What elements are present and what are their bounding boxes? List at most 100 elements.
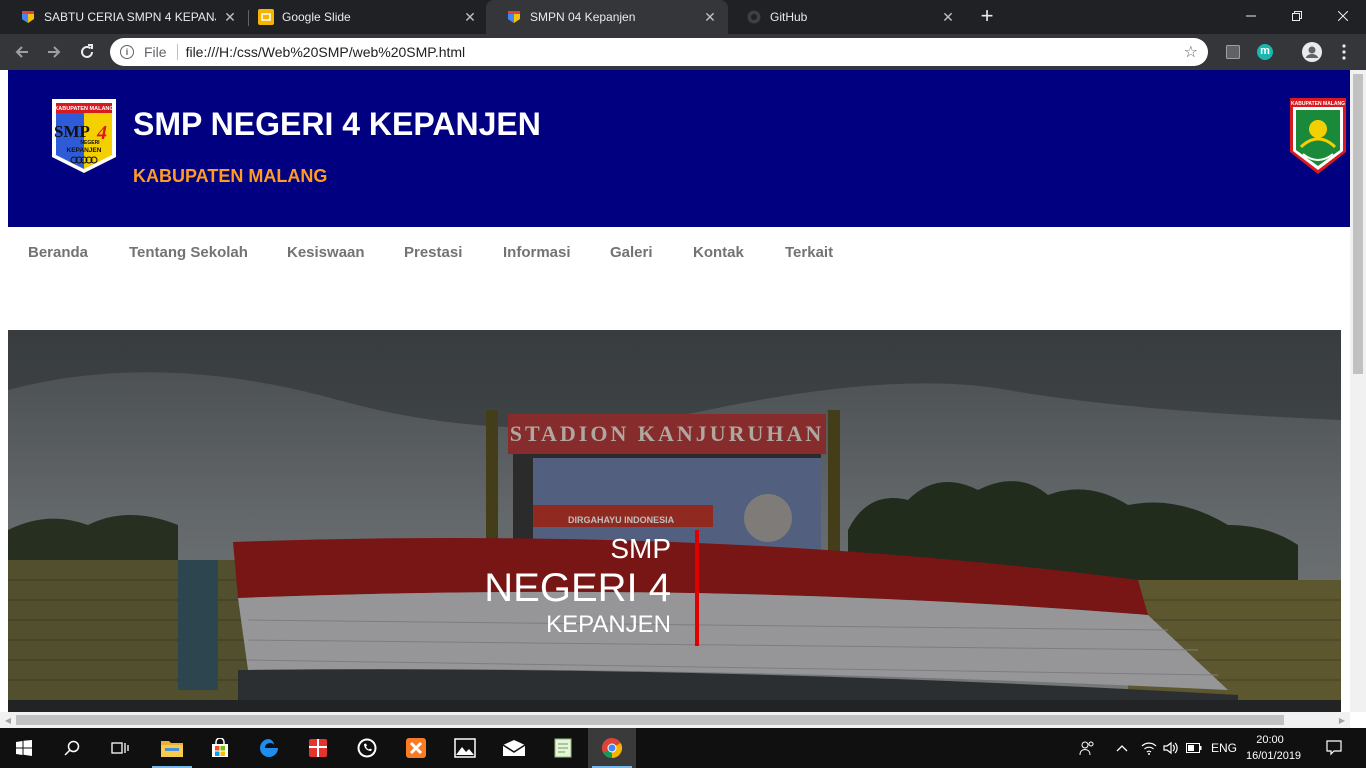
regency-logo: KABUPATEN MALANG — [1290, 98, 1346, 174]
tab-title: Google Slide — [282, 10, 351, 24]
notepad-button[interactable] — [539, 728, 587, 768]
hero-line-kepanjen: KEPANJEN — [546, 611, 671, 638]
address-scheme-label: File — [144, 44, 167, 60]
nav-tentang-sekolah[interactable]: Tentang Sekolah — [129, 244, 248, 261]
school-favicon-icon — [20, 9, 36, 25]
nav-informasi[interactable]: Informasi — [503, 244, 571, 261]
browser-tab-3[interactable]: SMPN 04 Kepanjen ✕ — [486, 0, 728, 34]
vertical-scroll-thumb[interactable] — [1353, 74, 1363, 374]
photos-button[interactable] — [441, 728, 489, 768]
extension-icon — [1226, 45, 1240, 59]
close-tab-icon[interactable]: ✕ — [940, 9, 956, 25]
google-slides-icon — [258, 9, 274, 25]
battery-button[interactable] — [1183, 728, 1205, 768]
vertical-scrollbar[interactable] — [1350, 70, 1366, 712]
chrome-icon — [601, 737, 623, 759]
address-divider — [176, 44, 178, 60]
hero-caption: SMP NEGERI 4 KEPANJEN — [484, 532, 671, 640]
site-subtitle: KABUPATEN MALANG — [133, 166, 328, 186]
close-tab-icon[interactable]: ✕ — [702, 9, 718, 25]
xampp-button[interactable] — [392, 728, 440, 768]
main-navigation: Beranda Tentang Sekolah Kesiswaan Presta… — [8, 227, 1350, 327]
nav-kesiswaan[interactable]: Kesiswaan — [287, 244, 365, 261]
notepad-icon — [554, 738, 572, 758]
reload-button[interactable] — [75, 40, 99, 64]
hero-accent-bar — [695, 530, 699, 646]
extension-button[interactable] — [1221, 40, 1245, 64]
windows-start-icon — [16, 740, 32, 756]
nav-prestasi[interactable]: Prestasi — [404, 244, 462, 261]
whatsapp-button[interactable] — [343, 728, 391, 768]
tab-title: SABTU CERIA SMPN 4 KEPANJEN — [44, 10, 216, 24]
chrome-button[interactable] — [588, 728, 636, 768]
close-tab-icon[interactable]: ✕ — [222, 9, 238, 25]
back-button[interactable] — [10, 40, 34, 64]
page-viewport: KABUPATEN MALANG SMP 4 NEGERI KEPANJEN S… — [0, 70, 1350, 712]
horizontal-scroll-thumb[interactable] — [16, 715, 1284, 725]
hero-line-negeri: NEGERI 4 — [484, 566, 671, 610]
close-tab-icon[interactable]: ✕ — [462, 9, 478, 25]
extension-initial: m — [1260, 45, 1270, 57]
gift-app-button[interactable] — [294, 728, 342, 768]
start-button[interactable] — [0, 728, 48, 768]
wifi-icon — [1141, 742, 1157, 755]
action-center-button[interactable] — [1314, 728, 1354, 768]
task-view-button[interactable] — [96, 728, 144, 768]
nav-terkait[interactable]: Terkait — [785, 244, 833, 261]
volume-button[interactable] — [1160, 728, 1182, 768]
scroll-right-icon[interactable]: ▶ — [1334, 712, 1350, 728]
logo-top-text: KABUPATEN MALANG — [54, 106, 113, 112]
regency-logo-banner: KABUPATEN MALANG — [1291, 101, 1345, 107]
site-header: KABUPATEN MALANG SMP 4 NEGERI KEPANJEN S… — [8, 70, 1350, 227]
reload-icon — [81, 44, 93, 58]
address-url[interactable]: file:///H:/css/Web%20SMP/web%20SMP.html — [186, 44, 1184, 60]
gift-app-icon — [309, 739, 327, 757]
site-title: SMP NEGERI 4 KEPANJEN — [133, 106, 541, 142]
xampp-icon — [406, 738, 426, 758]
network-button[interactable] — [1138, 728, 1160, 768]
store-button[interactable] — [196, 728, 244, 768]
address-bar[interactable]: i File file:///H:/css/Web%20SMP/web%20SM… — [110, 38, 1208, 66]
browser-toolbar: i File file:///H:/css/Web%20SMP/web%20SM… — [0, 34, 1366, 70]
close-window-button[interactable] — [1320, 0, 1366, 32]
show-hidden-icons-button[interactable] — [1110, 728, 1134, 768]
search-icon — [64, 740, 80, 756]
nav-beranda[interactable]: Beranda — [28, 244, 88, 261]
file-explorer-icon — [161, 741, 183, 757]
mail-button[interactable] — [490, 728, 538, 768]
browser-tab-1[interactable]: SABTU CERIA SMPN 4 KEPANJEN ✕ — [0, 0, 248, 34]
logo-main-text: SMP — [54, 122, 90, 141]
system-clock[interactable]: 20:00 16/01/2019 — [1246, 732, 1301, 764]
browser-tab-strip: SABTU CERIA SMPN 4 KEPANJEN ✕ Google Sli… — [0, 0, 1366, 34]
new-tab-button[interactable]: + — [974, 5, 1000, 29]
close-icon — [1338, 11, 1348, 21]
hero-overlay — [8, 330, 1341, 712]
browser-tab-2[interactable]: Google Slide ✕ — [238, 0, 488, 34]
horizontal-scrollbar[interactable]: ◀ ▶ — [0, 712, 1350, 728]
account-button[interactable] — [1300, 40, 1324, 64]
bookmark-star-icon[interactable]: ☆ — [1184, 42, 1198, 62]
mail-icon — [502, 740, 526, 756]
restore-button[interactable] — [1274, 0, 1320, 32]
scroll-left-icon[interactable]: ◀ — [0, 712, 16, 728]
nav-galeri[interactable]: Galeri — [610, 244, 653, 261]
github-icon — [746, 9, 762, 25]
input-language-button[interactable]: ENG — [1206, 728, 1242, 768]
forward-arrow-icon — [48, 46, 61, 58]
minimize-button[interactable] — [1228, 0, 1274, 32]
edge-button[interactable] — [245, 728, 293, 768]
nav-kontak[interactable]: Kontak — [693, 244, 744, 261]
menu-button[interactable] — [1332, 40, 1356, 64]
battery-icon — [1186, 743, 1202, 753]
account-avatar-icon — [1302, 42, 1322, 62]
chevron-up-icon — [1116, 745, 1128, 752]
site-info-icon[interactable]: i — [120, 45, 134, 59]
search-button[interactable] — [48, 728, 96, 768]
people-button[interactable] — [1072, 728, 1102, 768]
whatsapp-icon — [357, 738, 377, 758]
browser-tab-4[interactable]: GitHub ✕ — [726, 0, 966, 34]
forward-button[interactable] — [42, 40, 66, 64]
logo-bottom-text: KEPANJEN — [67, 147, 102, 154]
file-explorer-button[interactable] — [148, 728, 196, 768]
profile-extension-button[interactable]: m — [1253, 40, 1277, 64]
